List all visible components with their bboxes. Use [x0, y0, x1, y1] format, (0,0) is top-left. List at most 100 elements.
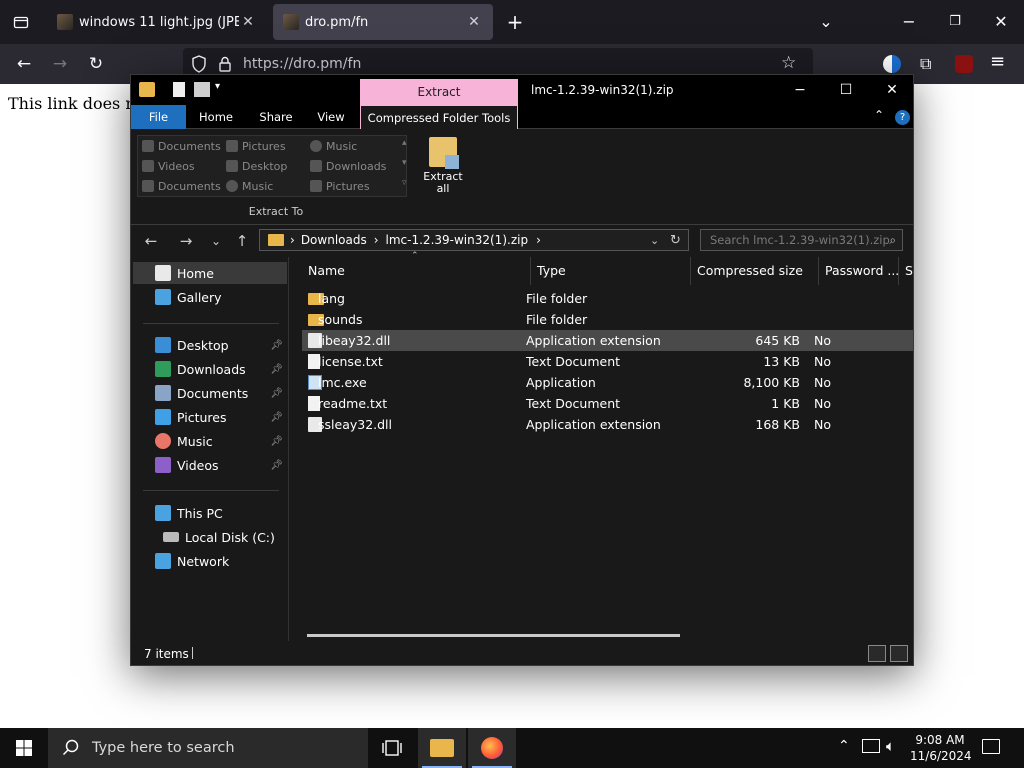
search-input[interactable]: Search lmc-1.2.39-win32(1).zip ⌕	[700, 229, 903, 251]
extract-to-desktop[interactable]: Desktop	[226, 157, 287, 175]
nav-local-disk[interactable]: Local Disk (C:)	[133, 526, 287, 548]
volume-muted-icon[interactable]: 🔈︎	[886, 737, 895, 755]
hamburger-menu-icon[interactable]: ≡	[990, 51, 1005, 72]
recent-locations-icon[interactable]: ⌄	[204, 230, 228, 252]
extract-to-documents-2[interactable]: Documents	[142, 177, 221, 195]
explorer-title-bar[interactable]: ▾ Extract lmc-1.2.39-win32(1).zip − ☐ ✕	[131, 75, 913, 105]
refresh-icon[interactable]: ↻	[670, 233, 681, 248]
column-header-name[interactable]: Name	[308, 257, 345, 285]
nav-home[interactable]: Home	[133, 262, 287, 284]
show-hidden-icons[interactable]: ⌃	[838, 738, 850, 754]
properties-icon[interactable]	[173, 82, 185, 97]
column-divider[interactable]	[898, 257, 899, 285]
gallery-expand-icon[interactable]: ▿	[402, 178, 410, 188]
taskbar-file-explorer[interactable]	[418, 728, 466, 768]
bookmark-star-icon[interactable]: ☆	[781, 53, 796, 73]
taskbar-search-box[interactable]: Type here to search	[48, 728, 368, 768]
nav-music[interactable]: Music 📌︎	[133, 430, 287, 452]
breadcrumb-zip[interactable]: lmc-1.2.39-win32(1).zip	[386, 233, 529, 247]
extract-to-music-2[interactable]: Music	[226, 177, 273, 195]
gallery-scroll-down-icon[interactable]: ▾	[402, 158, 410, 168]
table-row[interactable]: lang File folder	[302, 288, 913, 309]
forward-icon[interactable]: →	[44, 44, 76, 84]
extensions-puzzle-icon[interactable]: ⧉	[920, 54, 931, 74]
up-icon[interactable]: ↑	[230, 230, 254, 252]
table-row[interactable]: sounds File folder	[302, 309, 913, 330]
extract-all-button[interactable]: Extract all	[421, 135, 465, 199]
notifications-icon[interactable]	[982, 739, 1000, 754]
extract-to-pictures-2[interactable]: Pictures	[310, 177, 370, 195]
tab-home[interactable]: Home	[186, 105, 246, 129]
restore-browser-icon[interactable]: ❐	[941, 0, 969, 44]
taskbar-firefox[interactable]	[468, 728, 516, 768]
column-header-type[interactable]: Type	[537, 257, 566, 285]
column-header-compressed-size[interactable]: Compressed size	[697, 257, 803, 285]
nav-pictures[interactable]: Pictures 📌︎	[133, 406, 287, 428]
column-divider[interactable]	[818, 257, 819, 285]
column-divider[interactable]	[530, 257, 531, 285]
extract-to-pictures[interactable]: Pictures	[226, 137, 286, 155]
new-folder-icon[interactable]	[194, 82, 210, 97]
task-view-button[interactable]	[368, 728, 416, 768]
table-row[interactable]: lmc.exe Application 8,100 KB No	[302, 372, 913, 393]
nav-desktop[interactable]: Desktop 📌︎	[133, 334, 287, 356]
browser-tab-active[interactable]: dro.pm/fn ✕	[273, 4, 493, 40]
help-icon[interactable]: ?	[895, 110, 910, 125]
horizontal-scrollbar[interactable]	[307, 634, 680, 637]
nav-documents[interactable]: Documents 📌︎	[133, 382, 287, 404]
table-row[interactable]: ssleay32.dll Application extension 168 KB N…	[302, 414, 913, 435]
tab-view[interactable]: View	[306, 105, 356, 129]
breadcrumb-downloads[interactable]: Downloads	[301, 233, 367, 247]
large-icons-view-button[interactable]	[890, 645, 908, 662]
extract-to-videos[interactable]: Videos	[142, 157, 195, 175]
back-icon[interactable]: ←	[8, 44, 40, 84]
pin-icon[interactable]: 📌︎	[270, 340, 283, 351]
address-bar[interactable]: › Downloads › lmc-1.2.39-win32(1).zip › …	[259, 229, 689, 251]
table-row[interactable]: libeay32.dll Application extension 645 KB N…	[302, 330, 913, 351]
pin-icon[interactable]: 📌︎	[270, 436, 283, 447]
collapse-ribbon-icon[interactable]: ⌃	[874, 108, 884, 122]
tab-file[interactable]: File	[131, 105, 186, 129]
pin-icon[interactable]: 📌︎	[270, 364, 283, 375]
extract-to-music[interactable]: Music	[310, 137, 357, 155]
close-browser-icon[interactable]: ✕	[987, 0, 1015, 44]
column-header-size[interactable]: Si	[905, 257, 913, 285]
address-dropdown-icon[interactable]: ⌄	[650, 234, 659, 247]
column-header-password[interactable]: Password ...	[825, 257, 899, 285]
minimize-icon[interactable]: −	[777, 75, 823, 105]
pin-icon[interactable]: 📌︎	[270, 460, 283, 471]
pin-icon[interactable]: 📌︎	[270, 412, 283, 423]
new-tab-icon[interactable]: +	[502, 0, 528, 44]
browser-tab-image[interactable]: windows 11 light.jpg (JPEG Ima ✕	[47, 4, 267, 40]
nav-this-pc[interactable]: This PC	[133, 502, 287, 524]
details-view-button[interactable]	[868, 645, 886, 662]
tab-compressed-folder-tools[interactable]: Compressed Folder Tools	[360, 105, 518, 129]
nav-downloads[interactable]: Downloads 📌︎	[133, 358, 287, 380]
maximize-icon[interactable]: ☐	[823, 75, 869, 105]
start-button[interactable]	[0, 728, 48, 768]
gallery-scroll-up-icon[interactable]: ▴	[402, 138, 410, 148]
quick-access-dropdown-icon[interactable]: ▾	[215, 81, 220, 92]
list-all-tabs-icon[interactable]: ⌄	[812, 0, 840, 44]
close-tab-icon[interactable]: ✕	[465, 14, 483, 30]
back-icon[interactable]: ←	[139, 230, 163, 252]
minimize-browser-icon[interactable]: −	[895, 0, 923, 44]
table-row[interactable]: license.txt Text Document 13 KB No	[302, 351, 913, 372]
column-divider[interactable]	[690, 257, 691, 285]
table-row[interactable]: readme.txt Text Document 1 KB No	[302, 393, 913, 414]
url-text[interactable]: https://dro.pm/fn	[243, 56, 361, 72]
vpn-extension-icon[interactable]	[883, 55, 901, 73]
tab-share[interactable]: Share	[246, 105, 306, 129]
close-icon[interactable]: ✕	[869, 75, 915, 105]
extract-to-documents[interactable]: Documents	[142, 137, 221, 155]
reload-icon[interactable]: ↻	[80, 44, 112, 84]
pin-icon[interactable]: 📌︎	[270, 388, 283, 399]
extract-to-downloads[interactable]: Downloads	[310, 157, 386, 175]
ublock-origin-icon[interactable]	[955, 55, 973, 73]
shield-icon[interactable]	[191, 55, 207, 76]
lock-icon[interactable]	[219, 56, 231, 75]
close-tab-icon[interactable]: ✕	[239, 14, 257, 30]
tab-list-icon[interactable]	[6, 0, 36, 44]
nav-network[interactable]: Network	[133, 550, 287, 572]
nav-gallery[interactable]: Gallery	[133, 286, 287, 308]
